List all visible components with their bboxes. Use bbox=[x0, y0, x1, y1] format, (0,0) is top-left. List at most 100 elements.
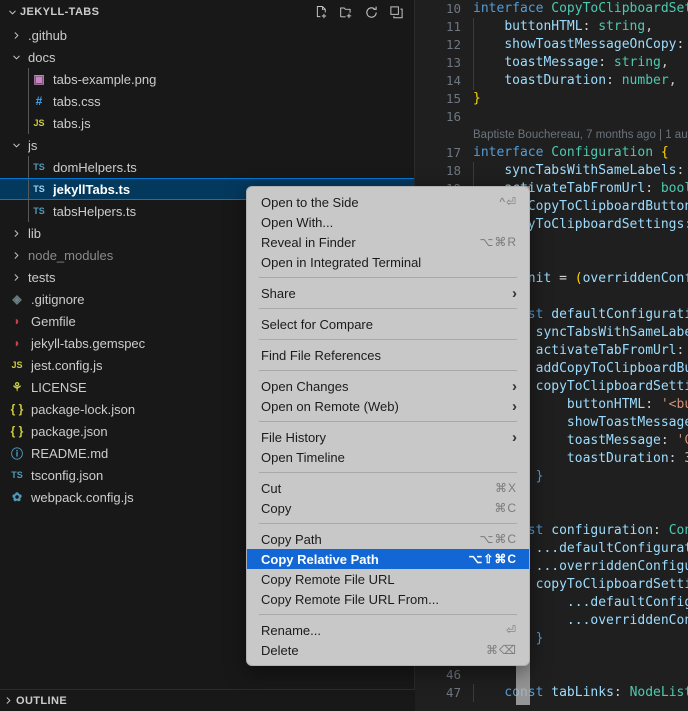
json-file-icon: { } bbox=[10, 424, 24, 438]
tree-item-label: docs bbox=[28, 49, 56, 65]
tree-item-label: tsconfig.json bbox=[31, 467, 104, 483]
menu-item-label: Rename... bbox=[261, 622, 321, 638]
explorer-actions bbox=[313, 4, 408, 20]
menu-separator bbox=[259, 421, 517, 422]
indent-guide bbox=[28, 90, 29, 112]
context-menu-item[interactable]: Select for Compare bbox=[247, 314, 529, 334]
context-menu-item[interactable]: Cut ⌘X bbox=[247, 478, 529, 498]
line-number: 16 bbox=[445, 109, 461, 124]
indent-guide bbox=[28, 156, 29, 178]
chevron-right-icon[interactable] bbox=[8, 27, 24, 43]
line-number: 17 bbox=[445, 145, 461, 160]
chevron-right-icon[interactable] bbox=[8, 269, 24, 285]
menu-separator bbox=[259, 277, 517, 278]
tree-item-label: .gitignore bbox=[31, 291, 85, 307]
code-text: showToastMessageOnCopy: b bbox=[504, 37, 685, 52]
tree-file-row[interactable]: TS domHelpers.ts bbox=[0, 156, 414, 178]
css-file-icon: # bbox=[35, 94, 43, 108]
context-menu-item[interactable]: Delete ⌘⌫ bbox=[247, 640, 529, 660]
chevron-right-icon: › bbox=[512, 377, 517, 395]
context-menu-item[interactable]: Open Changes › bbox=[247, 376, 529, 396]
tree-item-label: jekyllTabs.ts bbox=[53, 181, 131, 197]
context-menu-item[interactable]: Copy Remote File URL From... bbox=[247, 589, 529, 609]
menu-item-label: Open Timeline bbox=[261, 449, 345, 465]
tree-folder-row[interactable]: js bbox=[0, 134, 414, 156]
ts-file-icon: TS bbox=[33, 206, 45, 216]
indent-guide bbox=[28, 179, 29, 199]
tree-item-label: tabs-example.png bbox=[53, 71, 157, 87]
ts-file-icon: TS bbox=[33, 162, 45, 172]
code-line: 13 toastMessage: string, bbox=[415, 54, 688, 72]
context-menu-item[interactable]: Open Timeline bbox=[247, 447, 529, 467]
context-menu-item[interactable]: Open in Integrated Terminal bbox=[247, 252, 529, 272]
git-blame-annotation: Baptiste Bouchereau, 7 months ago | 1 au… bbox=[473, 129, 688, 141]
context-menu-item[interactable]: Find File References bbox=[247, 345, 529, 365]
context-menu-item[interactable]: Copy Relative Path ⌥⇧⌘C bbox=[247, 549, 529, 569]
context-menu-item[interactable]: Share › bbox=[247, 283, 529, 303]
line-number: 10 bbox=[445, 1, 461, 16]
tree-item-label: tabs.css bbox=[53, 93, 101, 109]
line-number: 18 bbox=[445, 163, 461, 178]
context-menu-item[interactable]: Copy ⌘C bbox=[247, 498, 529, 518]
code-text: const tabLinks: NodeList bbox=[504, 685, 688, 700]
indent-guide bbox=[28, 112, 29, 134]
readme-file-icon: ⓘ bbox=[10, 446, 23, 461]
tree-item-label: webpack.config.js bbox=[31, 489, 134, 505]
menu-item-label: File History bbox=[261, 429, 327, 445]
tree-item-label: jest.config.js bbox=[31, 357, 103, 373]
code-line: 12 showToastMessageOnCopy: b bbox=[415, 36, 688, 54]
tree-item-label: README.md bbox=[31, 445, 109, 461]
menu-separator bbox=[259, 523, 517, 524]
file-context-menu[interactable]: Open to the Side ^⏎ Open With... Reveal in … bbox=[246, 186, 530, 666]
menu-separator bbox=[259, 614, 517, 615]
tree-file-row[interactable]: ▣ tabs-example.png bbox=[0, 68, 414, 90]
refresh-icon[interactable] bbox=[363, 4, 379, 20]
new-folder-icon[interactable] bbox=[338, 4, 354, 20]
tree-folder-row[interactable]: docs bbox=[0, 46, 414, 68]
tree-item-label: lib bbox=[28, 225, 42, 241]
context-menu-item[interactable]: Open on Remote (Web) › bbox=[247, 396, 529, 416]
context-menu-item[interactable]: Open With... bbox=[247, 212, 529, 232]
menu-item-shortcut: ⌘X bbox=[494, 481, 517, 495]
context-menu-item[interactable]: File History › bbox=[247, 427, 529, 447]
menu-item-label: Find File References bbox=[261, 347, 381, 363]
chevron-right-icon[interactable] bbox=[8, 247, 24, 263]
chevron-right-icon[interactable] bbox=[8, 225, 24, 241]
chevron-down-icon bbox=[4, 4, 20, 20]
line-number: 15 bbox=[445, 91, 461, 106]
context-menu-item[interactable]: Copy Remote File URL bbox=[247, 569, 529, 589]
tree-item-label: Gemfile bbox=[31, 313, 76, 329]
tree-folder-row[interactable]: .github bbox=[0, 24, 414, 46]
menu-item-label: Open With... bbox=[261, 214, 334, 230]
code-line: 46 bbox=[415, 666, 688, 684]
tree-item-label: LICENSE bbox=[31, 379, 87, 395]
menu-item-shortcut: ⌥⇧⌘C bbox=[468, 552, 517, 566]
line-number: 47 bbox=[445, 685, 461, 700]
tree-item-label: domHelpers.ts bbox=[53, 159, 137, 175]
tree-file-row[interactable]: JS tabs.js bbox=[0, 112, 414, 134]
menu-item-shortcut: ⌘C bbox=[494, 501, 517, 515]
new-file-icon[interactable] bbox=[313, 4, 329, 20]
tree-item-label: js bbox=[28, 137, 38, 153]
context-menu-item[interactable]: Copy Path ⌥⌘C bbox=[247, 529, 529, 549]
code-line: 10 interface CopyToClipboardSett bbox=[415, 0, 688, 18]
context-menu-item[interactable]: Open to the Side ^⏎ bbox=[247, 192, 529, 212]
explorer-root-header[interactable]: JEKYLL-TABS bbox=[0, 0, 414, 24]
code-text: toastDuration: number, bbox=[504, 73, 677, 88]
chevron-down-icon[interactable] bbox=[8, 49, 24, 65]
license-file-icon: ⚘ bbox=[11, 380, 23, 394]
chevron-down-icon[interactable] bbox=[8, 137, 24, 153]
tree-item-label: package-lock.json bbox=[31, 401, 136, 417]
collapse-all-icon[interactable] bbox=[388, 4, 404, 20]
context-menu-item[interactable]: Rename... ⏎ bbox=[247, 620, 529, 640]
menu-item-label: Copy Remote File URL bbox=[261, 571, 395, 587]
webpack-file-icon: ✿ bbox=[11, 490, 23, 504]
outline-section-header[interactable]: OUTLINE bbox=[0, 689, 415, 711]
image-file-icon: ▣ bbox=[33, 72, 45, 86]
code-line: 18 syncTabsWithSameLabels: b bbox=[415, 162, 688, 180]
code-line: 14 toastDuration: number, bbox=[415, 72, 688, 90]
context-menu-item[interactable]: Reveal in Finder ⌥⌘R bbox=[247, 232, 529, 252]
line-number: 14 bbox=[445, 73, 461, 88]
tree-file-row[interactable]: # tabs.css bbox=[0, 90, 414, 112]
menu-item-shortcut: ⌥⌘R bbox=[479, 235, 517, 249]
